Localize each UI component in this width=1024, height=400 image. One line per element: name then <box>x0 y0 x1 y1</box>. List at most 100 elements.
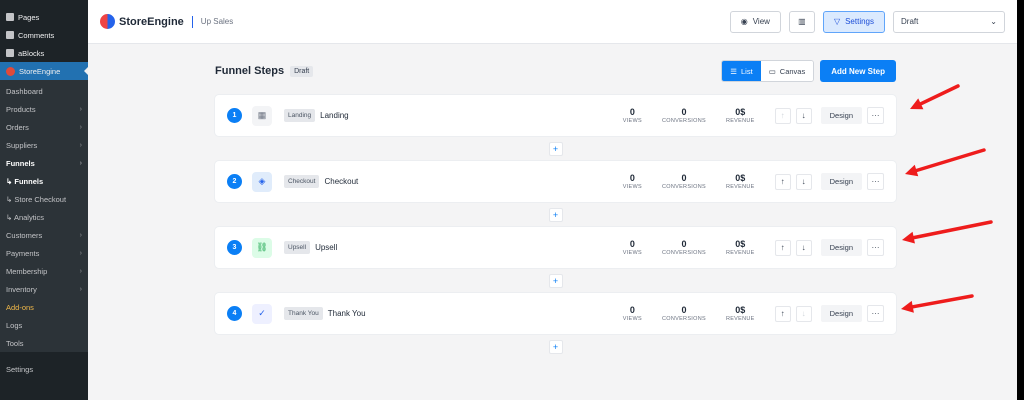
design-button[interactable]: Design <box>820 305 862 322</box>
chevron-right-icon: › <box>79 105 82 113</box>
menu-settings[interactable]: Settings <box>0 360 88 378</box>
add-step-plus-button[interactable]: + <box>548 273 563 288</box>
design-button[interactable]: Design <box>820 173 862 190</box>
more-options-button[interactable]: ··· <box>867 305 884 322</box>
sidebar-item-1[interactable]: Products › <box>0 100 88 118</box>
conversions-value: 0 <box>681 173 687 183</box>
views-value: 0 <box>629 305 635 315</box>
sidebar-item-11[interactable]: Inventory › <box>0 280 88 298</box>
add-step-between: + <box>215 202 896 227</box>
arrow-down-icon: ↓ <box>801 243 806 252</box>
canvas-view-button[interactable]: ▭ Canvas <box>760 61 814 81</box>
sidebar-item-13[interactable]: Logs <box>0 316 88 334</box>
conversions-label: CONVERSIONS <box>661 316 706 322</box>
plus-icon: + <box>552 341 559 352</box>
more-options-button[interactable]: ··· <box>867 173 884 190</box>
add-step-plus-button[interactable]: + <box>548 141 563 156</box>
add-step-plus-button[interactable]: + <box>548 207 563 222</box>
ablocks-icon <box>6 49 14 57</box>
conversions-value: 0 <box>681 305 687 315</box>
sidebar-item-14[interactable]: Tools <box>0 334 88 352</box>
step-stats: 0 VIEWS 0 CONVERSIONS 0$ REVENUE <box>623 239 755 256</box>
canvas-icon: ▭ <box>768 66 776 76</box>
view-toggle: ☰ List ▭ Canvas <box>721 60 815 82</box>
funnel-step-row: 4 ✓ Thank You Thank You 0 VIEWS 0 CONVERSI… <box>215 293 896 334</box>
more-options-button[interactable]: ··· <box>867 107 884 124</box>
settings-button[interactable]: ▽ Settings <box>822 10 885 33</box>
menu-pages[interactable]: Pages <box>0 8 88 26</box>
move-down-button[interactable]: ↓ <box>795 305 812 322</box>
sidebar-item-6[interactable]: ↳ Store Checkout <box>0 190 88 208</box>
sidebar-item-4[interactable]: Funnels › <box>0 154 88 172</box>
sidebar-item-5[interactable]: ↳ Funnels <box>0 172 88 190</box>
status-badge: Draft <box>290 65 314 77</box>
menu-ablocks[interactable]: aBlocks <box>0 44 88 62</box>
chevron-right-icon: › <box>79 123 82 131</box>
wp-admin-sidebar: Pages Comments aBlocks StoreEngine Dashb… <box>0 0 88 400</box>
sidebar-item-7[interactable]: ↳ Analytics <box>0 208 88 226</box>
check-icon: ✓ <box>252 303 272 324</box>
ellipsis-icon: ··· <box>871 309 880 318</box>
conversions-label: CONVERSIONS <box>661 118 706 124</box>
sidebar-item-0[interactable]: Dashboard <box>0 82 88 100</box>
menu-storeengine[interactable]: StoreEngine <box>0 62 88 80</box>
views-label: VIEWS <box>622 184 642 190</box>
sidebar-item-12[interactable]: Add-ons <box>0 298 88 316</box>
storeengine-icon <box>6 66 15 76</box>
move-up-button[interactable]: ↑ <box>774 305 791 322</box>
plus-icon: + <box>552 275 559 286</box>
app-header: StoreEngine Up Sales ◉ View ▥ ▽ Settings… <box>88 0 1017 44</box>
menu-comments[interactable]: Comments <box>0 26 88 44</box>
add-step-between: + <box>215 268 896 293</box>
chevron-right-icon: › <box>79 141 82 149</box>
ellipsis-icon: ··· <box>871 177 880 186</box>
storeengine-submenu: Dashboard Products › Orders › Suppliers › Funne… <box>0 80 88 352</box>
views-value: 0 <box>629 173 635 183</box>
move-up-button[interactable]: ↑ <box>774 173 791 190</box>
sidebar-item-8[interactable]: Customers › <box>0 226 88 244</box>
step-type-badge: Checkout <box>284 175 320 188</box>
analytics-button[interactable]: ▥ <box>788 10 815 33</box>
add-new-step-button[interactable]: Add New Step <box>820 60 896 82</box>
view-button[interactable]: ◉ View <box>729 10 781 33</box>
storeengine-logo-icon <box>100 14 115 29</box>
more-options-button[interactable]: ··· <box>867 239 884 256</box>
header-divider <box>191 15 193 28</box>
main-area: StoreEngine Up Sales ◉ View ▥ ▽ Settings… <box>88 0 1017 400</box>
views-value: 0 <box>629 239 635 249</box>
screen: Pages Comments aBlocks StoreEngine Dashb… <box>0 0 1024 400</box>
move-down-button[interactable]: ↓ <box>795 239 812 256</box>
move-down-button[interactable]: ↓ <box>795 173 812 190</box>
link-icon: ⛓ <box>252 237 272 258</box>
add-step-between: + <box>215 334 896 359</box>
arrow-up-icon: ↑ <box>780 309 785 318</box>
eye-icon: ◉ <box>740 17 748 26</box>
conversions-value: 0 <box>681 107 687 117</box>
move-up-button[interactable]: ↑ <box>774 239 791 256</box>
sidebar-item-10[interactable]: Membership › <box>0 262 88 280</box>
move-down-button[interactable]: ↓ <box>795 107 812 124</box>
design-button[interactable]: Design <box>820 239 862 256</box>
revenue-value: 0$ <box>735 173 746 183</box>
design-button[interactable]: Design <box>820 107 862 124</box>
funnel-step-row: 2 ◈ Checkout Checkout 0 VIEWS 0 CONVERSION… <box>215 161 896 202</box>
arrow-down-icon: ↓ <box>801 177 806 186</box>
step-name: Upsell <box>315 243 338 252</box>
step-number: 1 <box>227 108 242 123</box>
sidebar-item-3[interactable]: Suppliers › <box>0 136 88 154</box>
brand-logo[interactable]: StoreEngine <box>100 14 184 29</box>
step-number: 2 <box>227 174 242 189</box>
move-up-button[interactable]: ↑ <box>774 107 791 124</box>
funnel-step-row: 3 ⛓ Upsell Upsell 0 VIEWS 0 CONVERSIONS 0$… <box>215 227 896 268</box>
arrow-down-icon: ↓ <box>801 111 806 120</box>
list-view-button[interactable]: ☰ List <box>722 61 761 81</box>
sidebar-item-2[interactable]: Orders › <box>0 118 88 136</box>
revenue-label: REVENUE <box>725 250 755 256</box>
status-select[interactable]: Draft ⌄ <box>893 10 1005 33</box>
step-number: 4 <box>227 306 242 321</box>
views-label: VIEWS <box>622 316 642 322</box>
views-value: 0 <box>629 107 635 117</box>
revenue-label: REVENUE <box>725 184 755 190</box>
sidebar-item-9[interactable]: Payments › <box>0 244 88 262</box>
add-step-plus-button[interactable]: + <box>548 339 563 354</box>
